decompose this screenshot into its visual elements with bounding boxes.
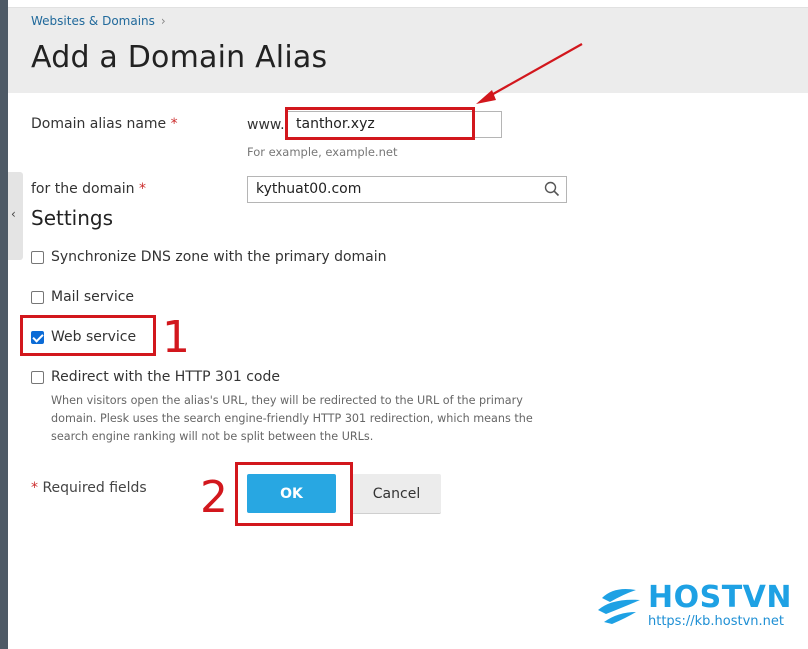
mail-service-option[interactable]: Mail service (31, 289, 134, 305)
domain-label-text: for the domain (31, 181, 135, 197)
step-2-number: 2 (200, 472, 228, 523)
sync-dns-label: Synchronize DNS zone with the primary do… (51, 249, 387, 265)
sync-dns-checkbox[interactable] (31, 250, 44, 264)
collapse-sidebar-button[interactable]: ‹ (8, 172, 23, 260)
settings-title: Settings (31, 206, 114, 230)
left-sidebar-rail (0, 0, 8, 649)
domain-label: for the domain * (31, 181, 146, 197)
hostvn-logo-icon (598, 589, 640, 624)
redirect-301-option[interactable]: Redirect with the HTTP 301 code (31, 369, 280, 385)
required-fields-note: * Required fields (31, 480, 147, 496)
highlight-web-service (20, 315, 156, 356)
domain-value: kythuat00.com (256, 181, 362, 197)
breadcrumb-separator-icon: › (160, 14, 166, 28)
highlight-alias-box (285, 107, 475, 140)
mail-service-label: Mail service (51, 289, 135, 305)
sync-dns-option[interactable]: Synchronize DNS zone with the primary do… (31, 249, 387, 265)
redirect-301-label: Redirect with the HTTP 301 code (51, 369, 280, 385)
alias-hint: For example, example.net (247, 145, 398, 159)
search-icon[interactable] (544, 181, 560, 197)
hostvn-brand: HOSTVN (648, 580, 793, 615)
redirect-301-checkbox[interactable] (31, 370, 44, 384)
chevron-left-icon: ‹ (11, 207, 16, 221)
breadcrumb-link[interactable]: Websites & Domains (31, 14, 155, 28)
required-mark: * (139, 181, 147, 197)
cancel-button[interactable]: Cancel (352, 474, 441, 514)
page-header: Websites & Domains › Add a Domain Alias (8, 8, 808, 93)
breadcrumb[interactable]: Websites & Domains › (31, 14, 166, 28)
highlight-ok-button (235, 462, 353, 526)
domain-select-input[interactable]: kythuat00.com (247, 176, 567, 203)
redirect-description: When visitors open the alias's URL, they… (51, 394, 533, 443)
hostvn-logo: HOSTVN https://kb.hostvn.net (596, 580, 806, 634)
hostvn-url: https://kb.hostvn.net (648, 614, 784, 629)
required-mark: * (31, 480, 38, 496)
www-prefix: www. (247, 117, 285, 133)
mail-service-checkbox[interactable] (31, 290, 44, 304)
alias-name-label-text: Domain alias name (31, 116, 167, 132)
page-title: Add a Domain Alias (31, 40, 328, 75)
top-bar (8, 0, 808, 8)
alias-name-label: Domain alias name * (31, 116, 178, 132)
step-1-number: 1 (162, 312, 190, 363)
annotation-arrow-icon (476, 43, 583, 104)
required-fields-text: Required fields (42, 480, 147, 496)
required-mark: * (170, 116, 178, 132)
